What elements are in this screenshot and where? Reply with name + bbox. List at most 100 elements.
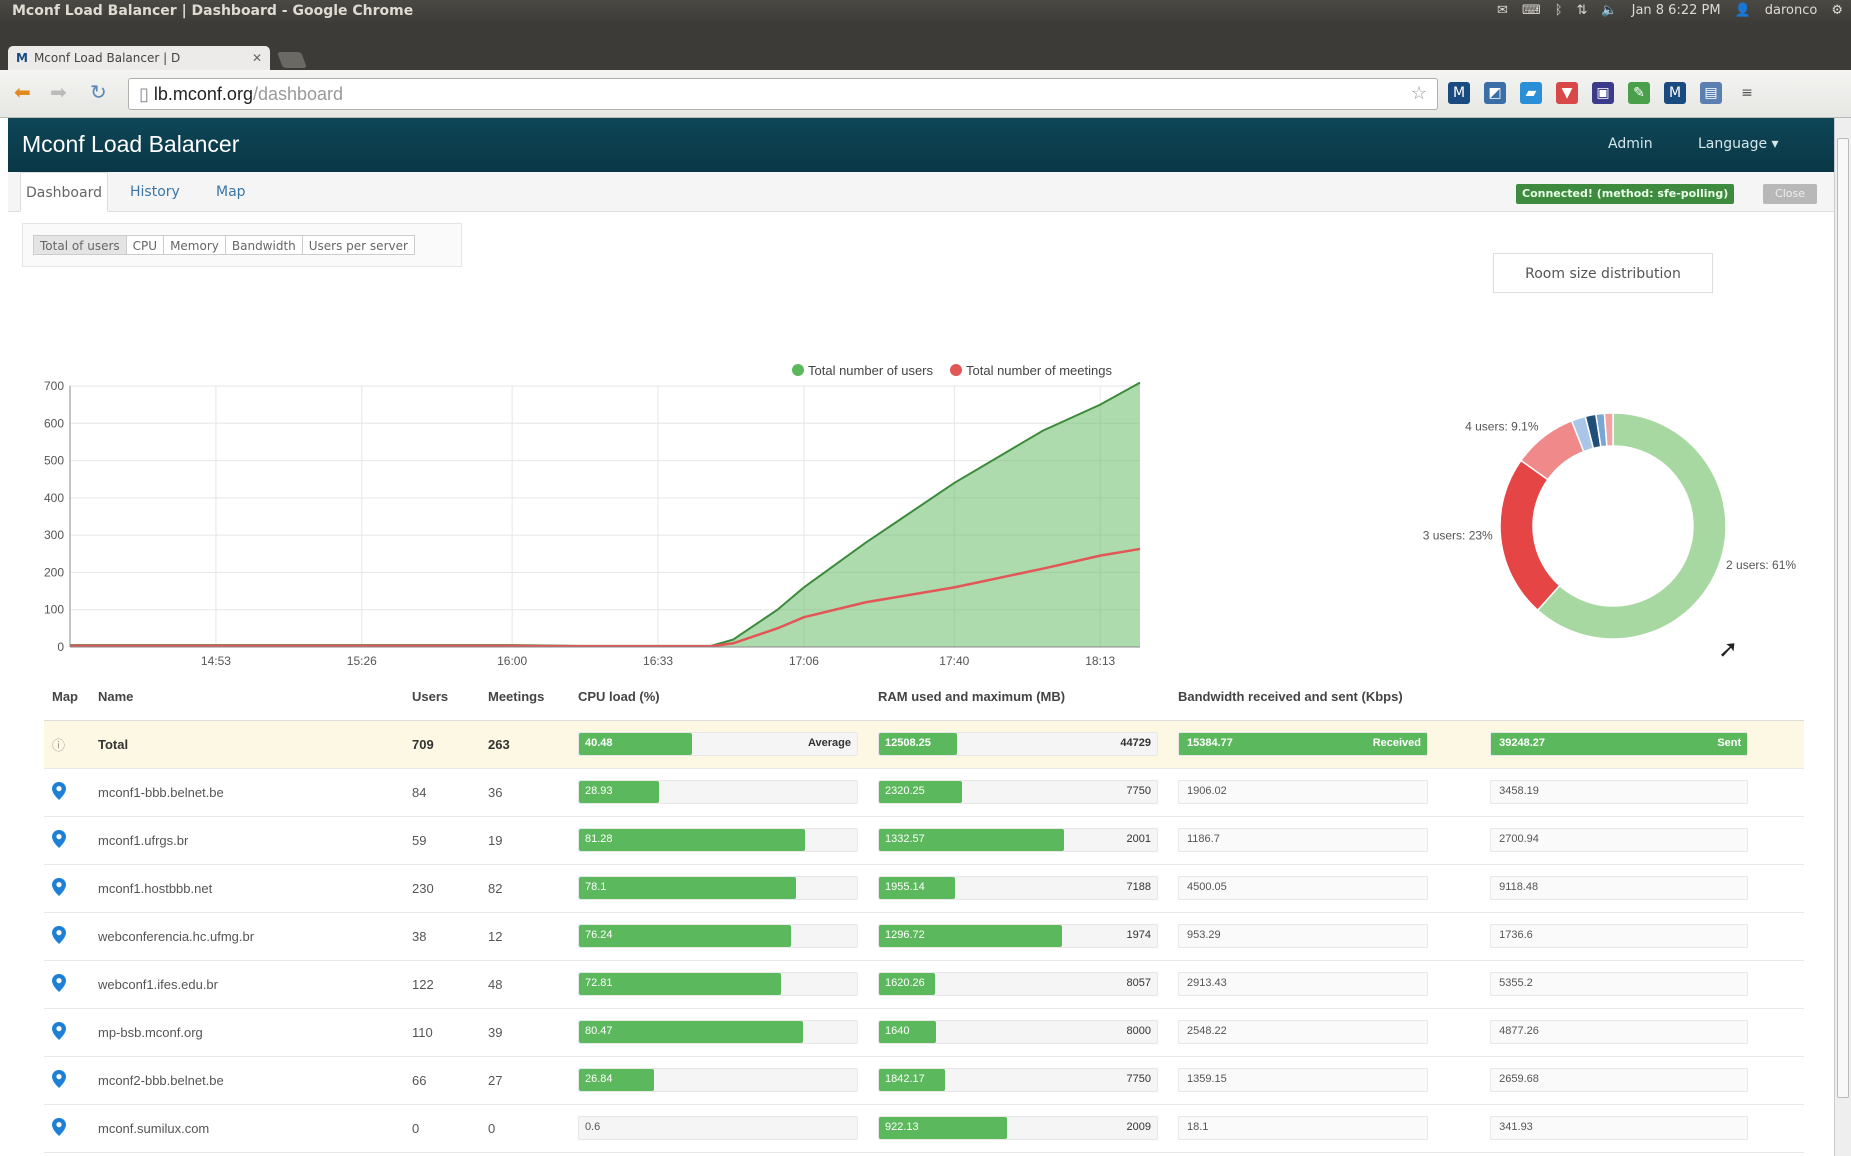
window-titlebar: Mconf Load Balancer | Dashboard - Google…: [0, 0, 1851, 24]
ram-cell: 922.13 2009: [870, 1104, 1170, 1153]
mconf-extension-icon[interactable]: M: [1448, 82, 1470, 104]
close-tab-icon[interactable]: ✕: [252, 51, 262, 65]
tab-title: Mconf Load Balancer | D: [33, 51, 181, 65]
donut-slice: [1499, 459, 1561, 612]
server-meetings: 0: [480, 1104, 570, 1153]
ram-max: 2009: [1126, 1121, 1151, 1133]
info-icon: ⓘ: [44, 720, 90, 769]
bw-in-bar: 4500.05: [1178, 876, 1428, 900]
reload-icon[interactable]: ↻: [90, 82, 107, 102]
extension-icons: M ◩ ▰ ▼ ▣ ✎ M ▤ ≡: [1448, 82, 1758, 104]
map-pin-icon[interactable]: [44, 960, 90, 1009]
btn-cpu[interactable]: CPU: [125, 235, 165, 255]
bw-out-bar: 5355.2: [1490, 972, 1749, 996]
screenshot-extension-icon[interactable]: ▣: [1592, 82, 1614, 104]
map-pin-icon[interactable]: [44, 816, 90, 865]
total-ram-fill: 12508.25: [879, 733, 957, 755]
bw-in: 2913.43: [1187, 977, 1227, 989]
table-row[interactable]: webconferencia.hc.ufmg.br 38 12 76.24 1296.7…: [44, 912, 1804, 961]
address-bar[interactable]: ▯ lb.mconf.org/dashboard ☆: [128, 78, 1438, 110]
y-tick-label: 700: [44, 379, 64, 393]
btn-memory[interactable]: Memory: [163, 235, 226, 255]
table-row[interactable]: webconf1.ifes.edu.br 122 48 72.81 1620.26 805…: [44, 960, 1804, 1009]
col-map: Map: [44, 674, 90, 721]
forward-arrow-icon[interactable]: ➡: [50, 82, 67, 102]
cpu-cell: 81.28: [570, 816, 870, 865]
server-users: 122: [404, 960, 480, 1009]
cpu-fill: 81.28: [579, 829, 805, 851]
bw-in-bar: 2548.22: [1178, 1020, 1428, 1044]
user-icon[interactable]: 👤: [1735, 3, 1751, 18]
volume-icon[interactable]: 🔈: [1601, 3, 1617, 18]
table-row[interactable]: mconf1.hostbbb.net 230 82 78.1 1955.14 7188 45…: [44, 864, 1804, 913]
page-icon: ▯: [139, 84, 154, 104]
delicious-extension-icon[interactable]: ◩: [1484, 82, 1506, 104]
window-extension-icon[interactable]: ▤: [1700, 82, 1722, 104]
scrollbar-thumb[interactable]: [1837, 138, 1849, 1098]
tab-history[interactable]: History: [130, 172, 180, 212]
total-bw-in-bar: 15384.77 Received: [1178, 732, 1428, 756]
table-row[interactable]: mp-bsb.mconf.org 110 39 80.47 1640 8000 2548.2…: [44, 1008, 1804, 1057]
btn-bandwidth[interactable]: Bandwidth: [224, 235, 303, 255]
browser-tab[interactable]: M Mconf Load Balancer | D ✕: [8, 46, 270, 70]
mconf-extension-icon-2[interactable]: M: [1664, 82, 1686, 104]
x-tick-label: 17:40: [939, 654, 969, 668]
map-pin-icon[interactable]: [44, 1104, 90, 1153]
bw-in-bar: 1186.7: [1178, 828, 1428, 852]
tab-dashboard[interactable]: Dashboard: [20, 172, 108, 212]
ram-cell: 1332.57 2001: [870, 816, 1170, 865]
chart-selector: Total of users CPU Memory Bandwidth User…: [22, 223, 462, 267]
map-pin-icon[interactable]: [44, 864, 90, 913]
new-tab-button[interactable]: [277, 52, 307, 68]
ram-cell: 1640 8000: [870, 1008, 1170, 1057]
bw-in: 1906.02: [1187, 785, 1227, 797]
mail-icon[interactable]: ✉: [1497, 3, 1508, 18]
bw-out: 2659.68: [1499, 1073, 1539, 1085]
donut-label: 3 users: 23%: [1423, 528, 1493, 542]
bw-in: 953.29: [1187, 929, 1221, 941]
map-pin-icon[interactable]: [44, 1056, 90, 1105]
tab-map[interactable]: Map: [216, 172, 246, 212]
app-brand[interactable]: Mconf Load Balancer: [22, 131, 239, 158]
keyboard-icon[interactable]: ⌨: [1522, 3, 1541, 18]
table-row[interactable]: mconf1.ufrgs.br 59 19 81.28 1332.57 2001 1186.…: [44, 816, 1804, 865]
cpu-fill: 28.93: [579, 781, 660, 803]
user-name[interactable]: daronco: [1765, 3, 1818, 18]
total-ram-bar: 12508.25 44729: [878, 732, 1158, 756]
gear-icon[interactable]: ⚙: [1831, 3, 1843, 18]
bluetooth-icon[interactable]: ᛒ: [1555, 3, 1563, 18]
back-arrow-icon[interactable]: ⬅: [14, 82, 31, 102]
note-extension-icon[interactable]: ▰: [1520, 82, 1542, 104]
col-ram: RAM used and maximum (MB): [870, 674, 1170, 721]
table-row[interactable]: mconf.sumilux.com 0 0 0.6 922.13 2009 18.1 341.…: [44, 1104, 1804, 1153]
clock[interactable]: Jan 8 6:22 PM: [1632, 3, 1721, 18]
map-pin-icon[interactable]: [44, 768, 90, 817]
total-cpu-fill: 40.48: [579, 733, 692, 755]
btn-total-users[interactable]: Total of users: [33, 235, 127, 255]
page-scrollbar[interactable]: [1834, 118, 1851, 1156]
bw-out: 1736.6: [1499, 929, 1533, 941]
ram-max: 7750: [1126, 1073, 1151, 1085]
table-row[interactable]: mconf1-bbb.belnet.be 84 36 28.93 2320.25 7750…: [44, 768, 1804, 817]
bw-in-cell: 953.29: [1170, 912, 1483, 961]
pocket-extension-icon[interactable]: ▼: [1556, 82, 1578, 104]
menu-icon[interactable]: ≡: [1736, 82, 1758, 104]
network-icon[interactable]: ⇅: [1577, 3, 1588, 18]
server-meetings: 36: [480, 768, 570, 817]
table-row[interactable]: mconf2-bbb.belnet.be 66 27 26.84 1842.17 7750…: [44, 1056, 1804, 1105]
room-size-button[interactable]: Room size distribution: [1493, 253, 1713, 293]
language-dropdown[interactable]: Language ▾: [1698, 136, 1779, 152]
map-pin-icon[interactable]: [44, 1008, 90, 1057]
close-button[interactable]: Close: [1763, 184, 1817, 204]
evernote-extension-icon[interactable]: ✎: [1628, 82, 1650, 104]
server-name: webconferencia.hc.ufmg.br: [90, 912, 404, 961]
map-pin-icon[interactable]: [44, 912, 90, 961]
star-icon[interactable]: ☆: [1411, 83, 1427, 104]
y-tick-label: 400: [44, 491, 64, 505]
server-meetings: 39: [480, 1008, 570, 1057]
total-ram-max: 44729: [1120, 737, 1151, 749]
users-chart: 0 100 200 300 400 500 600 700 14:53 15:26 16:00 16:…: [8, 278, 1348, 678]
servers-table: Map Name Users Meetings CPU load (%) RAM…: [44, 674, 1804, 1153]
admin-link[interactable]: Admin: [1608, 136, 1653, 152]
btn-users-per-server[interactable]: Users per server: [301, 235, 415, 255]
